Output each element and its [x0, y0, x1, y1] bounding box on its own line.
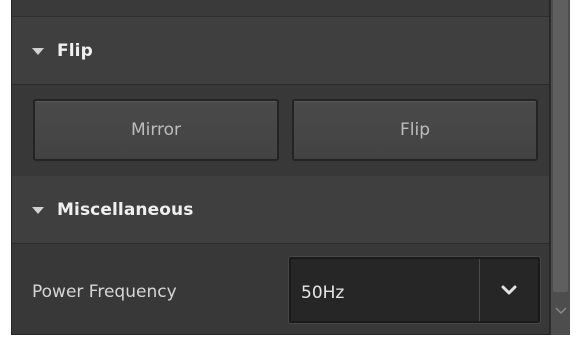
power-frequency-label: Power Frequency: [32, 282, 177, 302]
triangle-down-icon: [32, 47, 44, 55]
mirror-button[interactable]: Mirror: [33, 99, 279, 161]
chevron-down-icon[interactable]: [479, 259, 538, 321]
power-frequency-row: Power Frequency 50Hz: [12, 245, 549, 334]
scrollbar-thumb[interactable]: [553, 0, 568, 292]
power-frequency-value: 50Hz: [301, 283, 345, 303]
power-frequency-select[interactable]: 50Hz: [289, 257, 540, 323]
settings-panel: Flip Mirror Flip Miscellaneous Power Fre…: [11, 0, 550, 335]
scroll-down-icon[interactable]: [554, 305, 568, 317]
section-header-flip[interactable]: Flip: [12, 17, 549, 85]
section-header-miscellaneous[interactable]: Miscellaneous: [12, 176, 549, 244]
section-title-miscellaneous: Miscellaneous: [57, 199, 194, 220]
previous-section-edge: [12, 0, 549, 17]
triangle-down-icon: [32, 206, 44, 214]
section-title-flip: Flip: [57, 40, 93, 61]
flip-button[interactable]: Flip: [292, 99, 538, 161]
vertical-scrollbar[interactable]: [550, 0, 570, 335]
